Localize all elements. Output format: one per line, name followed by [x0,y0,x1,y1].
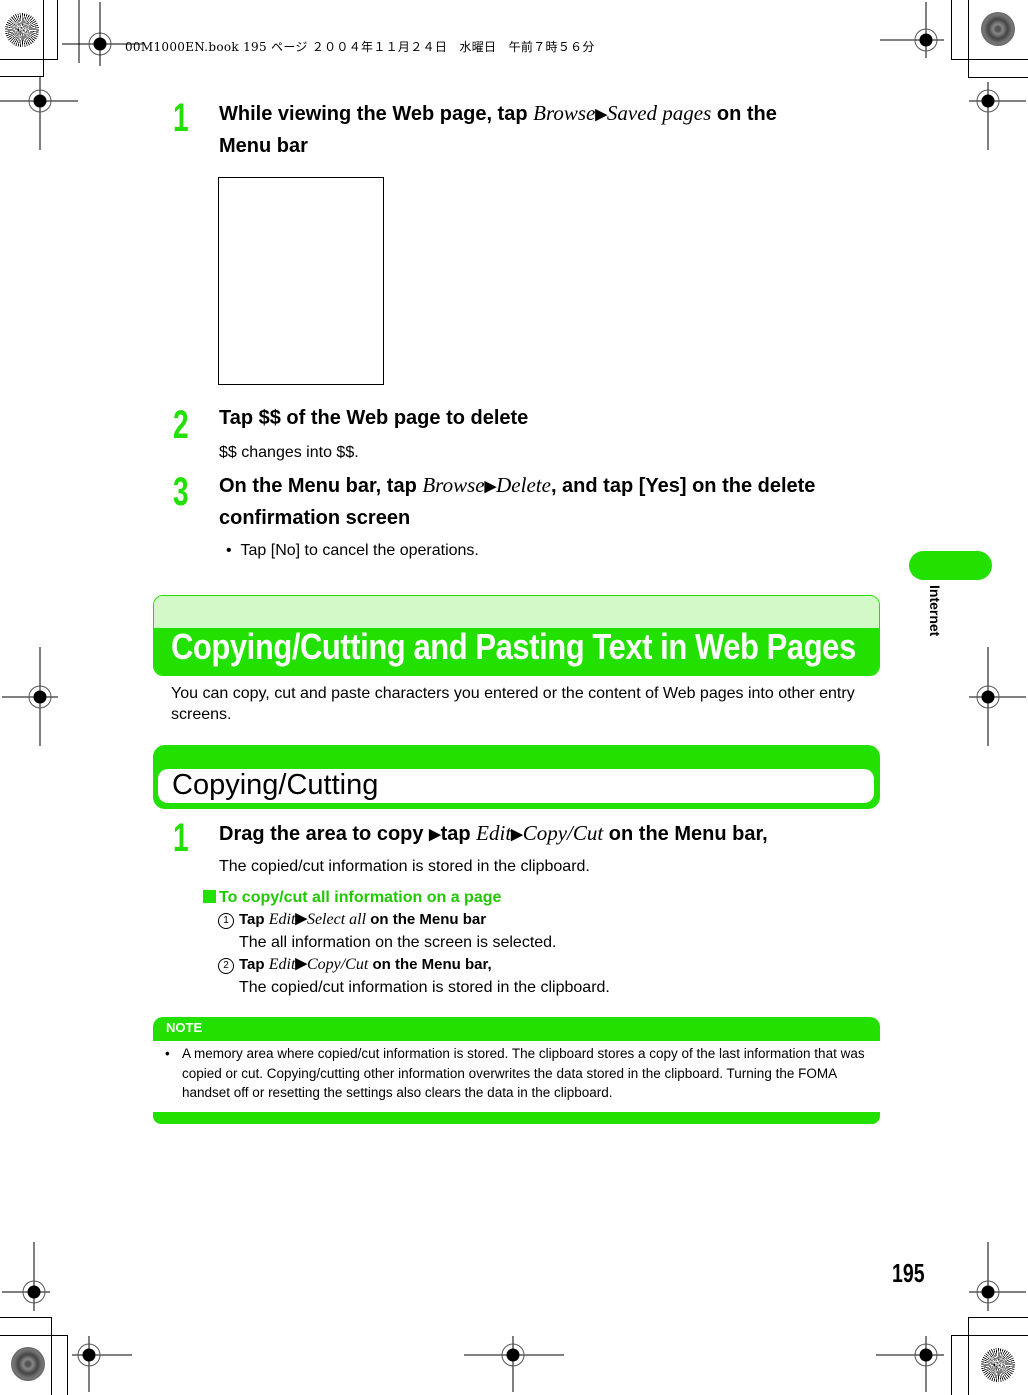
registration-mark-icon [969,647,1026,746]
circled-number-icon: 2 [218,958,234,974]
registration-mark-icon [969,1242,1026,1311]
sub-step-body: The all information on the screen is sel… [239,934,557,951]
sub-step-text: on the Menu bar, [368,956,492,973]
circled-number-icon: 1 [218,913,234,929]
arrow-right-icon: ▶ [595,106,607,123]
sub-step: 2 Tap Edit▶ Copy/Cut on the Menu bar, [218,954,492,976]
section-intro: You can copy, cut and paste characters y… [171,683,855,725]
note-header [153,1017,880,1041]
intro-line: You can copy, cut and paste characters y… [171,685,855,702]
registration-mark-icon [969,82,1026,150]
registration-mark-icon [2,1242,50,1311]
step-title-text: While viewing the Web page, tap [219,103,534,125]
note-footer [153,1112,880,1124]
step-title: On the Menu bar, tap Browse▶ Delete, and… [219,470,815,534]
sub-step-text: Tap [239,956,269,973]
step-body: $$ changes into $$. [219,444,359,461]
step-body: The copied/cut information is stored in … [219,858,590,875]
step-title-text: tap [440,823,477,845]
menu-edit: Edit [268,956,296,973]
arrow-right-icon: ▶ [511,826,523,843]
step-title-text: Drag the area to copy [219,823,430,845]
menu-delete: Delete [496,473,551,497]
sub-step-body: The copied/cut information is stored in … [239,979,610,996]
step-title: While viewing the Web page, tap Browse ▶… [219,98,777,162]
bullet-icon: • [165,1046,170,1061]
registration-mark-icon [464,1336,564,1392]
step-number: 2 [173,403,189,447]
sub-step-text: Tap [239,911,269,928]
print-slug: 00M1000EN.book 195 ページ ２００４年１１月２４日 水曜日 午… [125,40,595,54]
note-text: A memory area where copied/cut informati… [182,1046,865,1100]
intro-line: screens. [171,706,232,723]
step-title: Tap $$ of the Web page to delete [219,407,529,429]
arrow-right-icon: ▶ [295,910,307,927]
registration-mark-icon [876,1336,944,1392]
bullet-text: Tap [No] to cancel the operations. [240,542,479,559]
section-tab [909,551,992,580]
sub-step: 1 Tap Edit ▶ Select all on the Menu bar [218,909,486,931]
step-title: Drag the area to copy ▶ tap Edit▶ Copy/C… [219,818,768,851]
registration-mark-icon [2,647,58,746]
menu-copy-cut: Copy/Cut [522,821,604,845]
arrow-right-icon: ▶ [295,955,307,972]
section-title: Copying/Cutting and Pasting Text in Web … [171,626,856,667]
step-number: 1 [173,816,189,860]
step-title-text: On the Menu bar, tap [219,475,423,497]
menu-saved-pages: Saved pages [606,101,712,125]
menu-copy-cut: Copy/Cut [306,956,369,973]
step-title-text: on the [711,103,777,125]
step-title-text: , and tap [Yes] on the delete [550,475,816,497]
step-number: 1 [173,96,189,140]
step-title-text: Menu bar [219,135,308,157]
registration-mark-icon [62,0,143,66]
page-number: 195 [892,1258,925,1288]
menu-browse: Browse [533,101,596,125]
menu-browse: Browse [422,473,485,497]
sub-heading: To copy/cut all information on a page [203,888,501,908]
subsection-title: Copying/Cutting [172,769,379,801]
step-number: 3 [173,470,189,514]
menu-edit: Edit [476,821,512,845]
section-tab-label: Internet [927,585,943,637]
step-title-text: on the Menu bar, [603,823,768,845]
sub-step-text: on the Menu bar [366,911,487,928]
note-label: NOTE [166,1020,203,1035]
registration-mark-icon [0,76,78,150]
menu-select-all: Select all [306,911,367,928]
step-title-text: confirmation screen [219,507,411,529]
registration-mark-icon [880,2,944,58]
registration-mark-icon [72,1336,132,1392]
sub-heading-text: To copy/cut all information on a page [219,889,502,906]
square-bullet-icon [203,890,216,903]
bullet-icon: • [226,542,241,559]
menu-edit: Edit [268,911,296,928]
bullet-item: • Tap [No] to cancel the operations. [226,541,479,561]
screen-image-placeholder [218,177,384,385]
arrow-right-icon: ▶ [429,826,441,843]
arrow-right-icon: ▶ [484,478,497,495]
